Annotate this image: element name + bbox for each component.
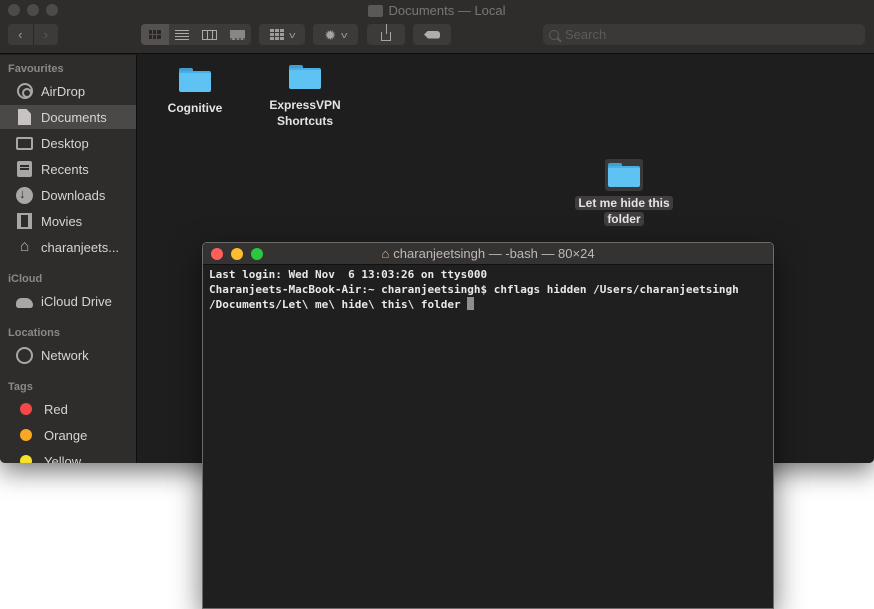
window-title: Documents — Local (0, 3, 874, 18)
chevron-left-icon: ‹ (18, 27, 23, 42)
tag-icon (424, 30, 440, 39)
file-name: ExpressVPN Shortcuts (269, 98, 341, 128)
sidebar-item-tag-orange[interactable]: Orange (0, 423, 136, 447)
sidebar-item-label: Movies (41, 213, 83, 229)
cloud-icon (16, 297, 33, 308)
terminal-window: ⌂ charanjeetsingh — -bash — 80×24 Last lo… (202, 242, 774, 609)
arrange-icon (269, 29, 284, 40)
sidebar-item-home[interactable]: ⌂ charanjeets... (0, 235, 136, 259)
chevron-right-icon: › (43, 27, 48, 42)
action-menu-button[interactable]: ✹ v (313, 24, 358, 45)
search-icon (549, 29, 559, 40)
sidebar-header-tags: Tags (8, 381, 33, 393)
airdrop-icon (16, 83, 33, 99)
sidebar-item-label: AirDrop (41, 83, 86, 99)
sidebar-item-downloads[interactable]: Downloads (0, 183, 136, 207)
view-mode-selector (141, 24, 251, 45)
file-name: Cognitive (167, 101, 223, 115)
file-item-expressvpn-shortcuts[interactable]: ExpressVPN Shortcuts (250, 65, 360, 129)
terminal-line: Charanjeets-MacBook-Air:~ charanjeetsing… (209, 282, 739, 296)
network-icon (16, 346, 33, 364)
back-button[interactable]: ‹ (8, 24, 33, 45)
terminal-titlebar: ⌂ charanjeetsingh — -bash — 80×24 (203, 243, 773, 265)
sidebar-item-label: Downloads (41, 187, 106, 203)
documents-icon (18, 109, 31, 125)
sidebar-item-label: iCloud Drive (41, 293, 112, 309)
recents-icon (17, 161, 32, 177)
terminal-line: /Documents/Let\ me\ hide\ this\ folder (209, 297, 767, 313)
forward-button[interactable]: › (32, 24, 59, 45)
file-item-cognitive[interactable]: Cognitive (140, 68, 250, 116)
gallery-view-button[interactable] (224, 24, 252, 45)
sidebar-item-label: Documents (41, 109, 107, 125)
sidebar: Favourites AirDrop Documents Desktop Rec… (0, 55, 137, 463)
desktop-icon (16, 136, 33, 150)
edit-tags-button[interactable] (413, 24, 451, 45)
share-button[interactable] (367, 24, 405, 45)
list-view-icon (175, 29, 190, 40)
downloads-icon (16, 186, 33, 204)
sidebar-header-favourites: Favourites (8, 63, 64, 75)
terminal-line: Last login: Wed Nov 6 13:03:26 on ttys00… (209, 268, 488, 281)
terminal-title: ⌂ charanjeetsingh — -bash — 80×24 (203, 246, 773, 261)
navigation-buttons: ‹ › (8, 24, 58, 45)
sidebar-header-locations: Locations (8, 327, 60, 339)
sidebar-item-airdrop[interactable]: AirDrop (0, 79, 136, 103)
file-item-let-me-hide-this-folder[interactable]: Let me hide this folder (569, 159, 679, 227)
icon-view-button[interactable] (141, 24, 169, 45)
file-name: Let me hide this folder (575, 195, 673, 227)
sidebar-item-network[interactable]: Network (0, 343, 136, 367)
sidebar-item-movies[interactable]: Movies (0, 209, 136, 233)
sidebar-item-label: Yellow (44, 453, 82, 464)
sidebar-item-label: Recents (41, 161, 89, 177)
sidebar-item-recents[interactable]: Recents (0, 157, 136, 181)
movies-icon (17, 213, 32, 229)
folder-icon (368, 4, 384, 17)
home-icon: ⌂ (381, 246, 390, 261)
folder-icon (608, 163, 640, 187)
sidebar-item-label: Red (44, 401, 68, 417)
sidebar-item-tag-yellow[interactable]: Yellow (0, 449, 136, 463)
red-tag-icon (20, 403, 32, 415)
sidebar-item-label: Network (41, 347, 89, 363)
terminal-line-text: /Documents/Let\ me\ hide\ this\ folder (209, 298, 468, 311)
text-cursor (467, 297, 475, 310)
gallery-view-icon (229, 29, 245, 40)
sidebar-item-tag-red[interactable]: Red (0, 397, 136, 421)
finder-titlebar: Documents — Local ‹ › v ✹ v (0, 0, 874, 54)
sidebar-item-label: Desktop (41, 135, 89, 151)
share-icon (381, 24, 391, 41)
sidebar-item-desktop[interactable]: Desktop (0, 131, 136, 155)
column-view-button[interactable] (196, 24, 224, 45)
terminal-output[interactable]: Last login: Wed Nov 6 13:03:26 on ttys00… (203, 265, 773, 316)
orange-tag-icon (20, 429, 32, 441)
sidebar-item-label: charanjeets... (41, 239, 120, 255)
yellow-tag-icon (20, 455, 32, 463)
sidebar-item-label: Orange (44, 427, 88, 443)
gear-icon: ✹ (324, 26, 337, 43)
search-field[interactable] (543, 24, 865, 45)
terminal-title-text: charanjeetsingh — -bash — 80×24 (393, 246, 595, 261)
sidebar-item-icloud-drive[interactable]: iCloud Drive (0, 289, 136, 313)
icon-view-icon (148, 30, 161, 39)
sidebar-header-icloud: iCloud (8, 273, 43, 285)
list-view-button[interactable] (169, 24, 197, 45)
home-icon: ⌂ (19, 238, 30, 255)
chevron-down-icon: v (341, 29, 348, 40)
search-input[interactable] (565, 27, 845, 42)
window-title-text: Documents — Local (388, 3, 506, 18)
chevron-down-icon: v (288, 29, 296, 40)
folder-icon (179, 68, 211, 92)
sidebar-item-documents[interactable]: Documents (0, 105, 136, 129)
folder-icon (289, 65, 321, 89)
group-by-button[interactable]: v (259, 24, 305, 45)
column-view-icon (202, 29, 218, 40)
